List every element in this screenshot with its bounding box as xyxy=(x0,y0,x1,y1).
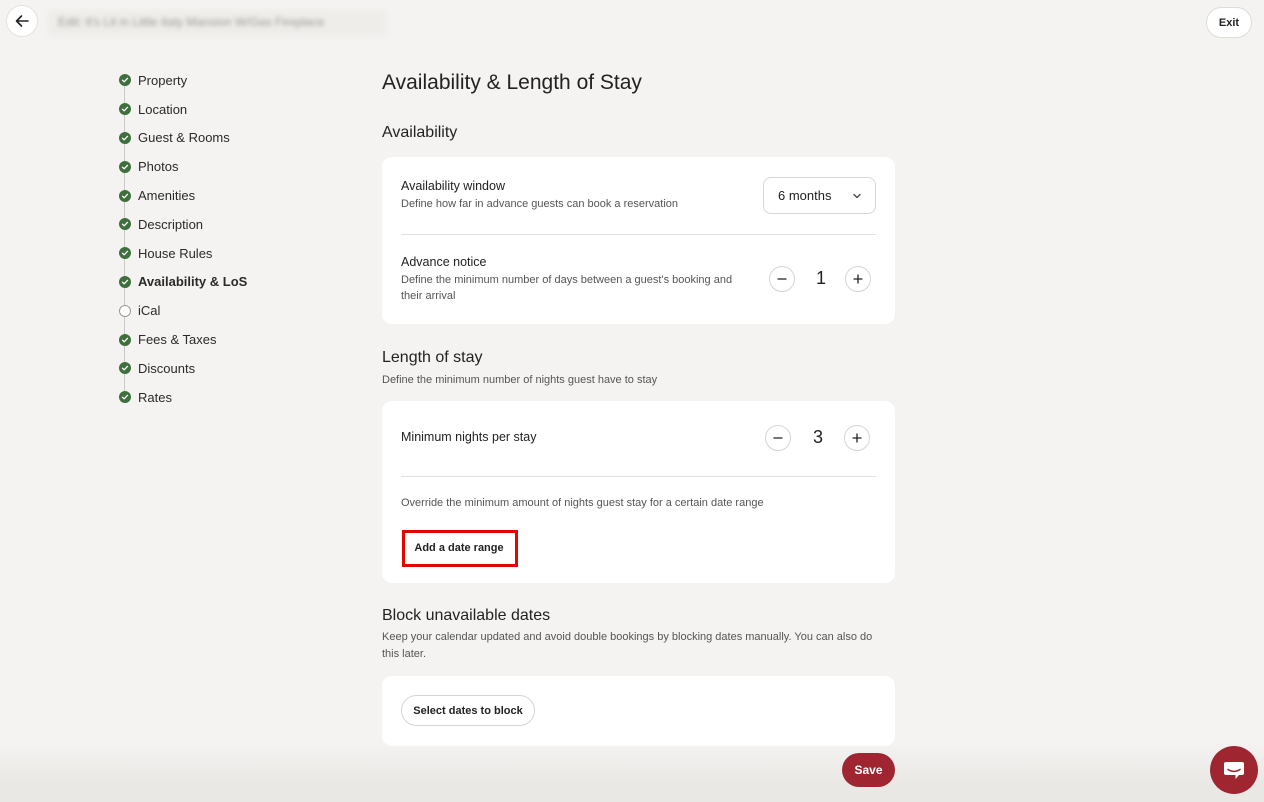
checkmark-icon xyxy=(119,74,131,87)
chat-button[interactable] xyxy=(1210,746,1258,794)
length-of-stay-card: Minimum nights per stay 3 Override the m… xyxy=(382,401,895,583)
checkmark-icon xyxy=(119,247,131,260)
sidebar-step-location[interactable]: Location xyxy=(119,95,247,124)
save-button[interactable]: Save xyxy=(842,753,895,787)
sidebar-step-discounts[interactable]: Discounts xyxy=(119,354,247,383)
availability-window-desc: Define how far in advance guests can boo… xyxy=(401,198,678,210)
block-dates-heading: Block unavailable dates xyxy=(382,607,551,624)
sidebar-step-label: Fees & Taxes xyxy=(138,332,217,348)
sidebar-step-label: Location xyxy=(138,101,188,117)
minimum-nights-value: 3 xyxy=(812,427,823,447)
arrow-left-icon xyxy=(15,15,29,27)
length-of-stay-subtitle: Define the minimum number of nights gues… xyxy=(382,374,658,386)
availability-window-label: Availability window xyxy=(401,179,505,193)
sidebar-step-label: Property xyxy=(138,72,188,88)
sidebar-step-label: House Rules xyxy=(138,245,213,261)
override-description: Override the minimum amount of nights gu… xyxy=(401,497,764,509)
exit-button[interactable]: Exit xyxy=(1206,7,1252,38)
sidebar-step-label: Guest & Rooms xyxy=(138,130,230,146)
checkmark-icon xyxy=(119,275,131,288)
plus-icon xyxy=(853,274,863,284)
step-navigation: Property Location Guest & Rooms Photos Ameni… xyxy=(119,66,247,412)
divider xyxy=(401,234,876,235)
listing-title: Edit: It's Lit in Little Italy Mansion W… xyxy=(48,10,386,36)
block-dates-card: Select dates to block xyxy=(382,676,895,746)
back-button[interactable] xyxy=(6,5,38,37)
checkmark-icon xyxy=(119,218,131,231)
add-date-range-button[interactable]: Add a date range xyxy=(404,534,514,562)
sidebar-step-label: Availability & LoS xyxy=(138,274,248,290)
checkmark-icon xyxy=(119,103,131,116)
chevron-down-icon xyxy=(853,193,861,199)
sidebar-step-label: Discounts xyxy=(138,360,196,376)
minimum-nights-increment-button[interactable] xyxy=(844,425,870,451)
availability-card: Availability window Define how far in ad… xyxy=(382,157,895,324)
checkmark-icon xyxy=(119,160,131,173)
empty-circle-icon xyxy=(119,304,131,317)
sidebar-step-photos[interactable]: Photos xyxy=(119,152,247,181)
advance-notice-value: 1 xyxy=(815,268,826,288)
minimum-nights-decrement-button[interactable] xyxy=(765,425,791,451)
checkmark-icon xyxy=(119,189,131,202)
sidebar-step-house-rules[interactable]: House Rules xyxy=(119,239,247,268)
minus-icon xyxy=(777,278,787,280)
minus-icon xyxy=(773,437,783,439)
chat-icon xyxy=(1224,762,1244,779)
page-title: Availability & Length of Stay xyxy=(382,71,642,94)
sidebar-step-property[interactable]: Property xyxy=(119,66,247,95)
footer-bar xyxy=(0,742,1264,802)
block-dates-subtitle: Keep your calendar updated and avoid dou… xyxy=(382,631,873,660)
availability-window-value: 6 months xyxy=(778,188,832,203)
sidebar-step-label: Description xyxy=(138,216,204,232)
sidebar-step-description[interactable]: Description xyxy=(119,210,247,239)
sidebar-step-ical[interactable]: iCal xyxy=(119,296,247,325)
sidebar-step-label: iCal xyxy=(138,303,161,319)
sidebar-step-label: Amenities xyxy=(138,188,196,204)
advance-notice-increment-button[interactable] xyxy=(845,266,871,292)
sidebar-step-availability-los[interactable]: Availability & LoS xyxy=(119,268,247,297)
sidebar-step-label: Photos xyxy=(138,159,179,175)
plus-icon xyxy=(852,433,862,443)
checkmark-icon xyxy=(119,391,131,404)
checkmark-icon xyxy=(119,362,131,375)
checkmark-icon xyxy=(119,333,131,346)
select-dates-to-block-button[interactable]: Select dates to block xyxy=(401,695,535,726)
minimum-nights-label: Minimum nights per stay xyxy=(401,430,537,444)
sidebar-step-rates[interactable]: Rates xyxy=(119,383,247,412)
length-of-stay-heading: Length of stay xyxy=(382,349,483,366)
sidebar-step-amenities[interactable]: Amenities xyxy=(119,181,247,210)
checkmark-icon xyxy=(119,131,131,144)
advance-notice-desc: Define the minimum number of days betwee… xyxy=(401,274,733,302)
availability-heading: Availability xyxy=(382,124,458,141)
advance-notice-decrement-button[interactable] xyxy=(769,266,795,292)
divider xyxy=(401,476,876,477)
advance-notice-label: Advance notice xyxy=(401,255,487,269)
sidebar-step-label: Rates xyxy=(138,389,172,405)
availability-window-select[interactable]: 6 months xyxy=(763,177,876,214)
sidebar-step-guest-rooms[interactable]: Guest & Rooms xyxy=(119,124,247,153)
sidebar-step-fees-taxes[interactable]: Fees & Taxes xyxy=(119,325,247,354)
